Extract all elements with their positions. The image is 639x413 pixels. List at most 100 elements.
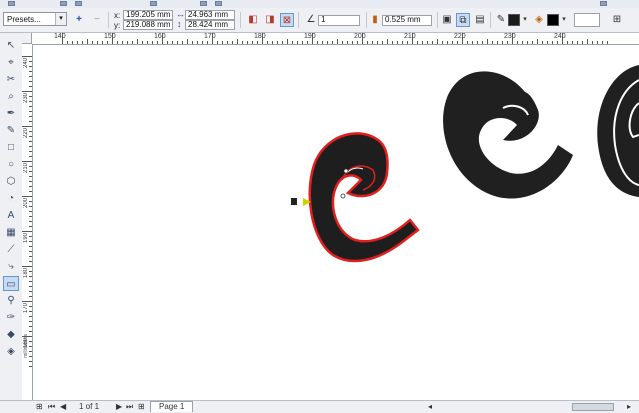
add-preset-button[interactable]: +	[72, 13, 86, 27]
ruler-tick	[29, 331, 32, 332]
angle-field[interactable]: 1	[318, 15, 360, 26]
mirror-horizontal-icon[interactable]: ◧	[246, 13, 260, 27]
ruler-tick	[29, 176, 32, 177]
x-position-field[interactable]: 199.205 mm	[123, 10, 173, 20]
page-tab[interactable]: Page 1	[150, 401, 194, 412]
rectangle-tool-icon[interactable]: □	[3, 140, 19, 155]
next-page-icon[interactable]: ▶	[116, 402, 122, 412]
outline-width-field[interactable]: 0.525 mm	[382, 15, 432, 26]
artistic-media-icon[interactable]: ✎	[3, 123, 19, 138]
eyedropper-tool-icon[interactable]: ⚲	[3, 293, 19, 308]
add-page-icon[interactable]: ⊞	[138, 402, 145, 412]
ruler-tick	[487, 39, 488, 44]
ruler-tick	[29, 206, 32, 207]
ruler-tick	[552, 41, 553, 44]
ruler-tick	[212, 33, 213, 44]
connector-tool-icon[interactable]: ⤷	[3, 259, 19, 274]
node-handle[interactable]	[291, 198, 297, 205]
outline-color-swatch[interactable]	[508, 14, 520, 26]
ruler-tick	[29, 366, 32, 367]
interactive-fill-icon[interactable]: ◈	[3, 344, 19, 359]
first-page-icon[interactable]: ⏮	[48, 402, 55, 412]
freehand-tool-icon[interactable]: ✒	[3, 106, 19, 121]
toolbar-icon[interactable]	[60, 1, 67, 6]
lock-ratio-icon[interactable]: ⊠	[280, 13, 294, 27]
fill-tool-icon[interactable]: ◆	[3, 327, 19, 342]
scroll-right-icon[interactable]: ▸	[627, 402, 631, 412]
toolbar-icon[interactable]	[8, 1, 15, 6]
page-options-icon[interactable]: ⊞	[36, 402, 43, 412]
ellipse-tool-icon[interactable]: ○	[3, 157, 19, 172]
combine-icon[interactable]: ⧉	[456, 13, 470, 27]
fill-color-swatch[interactable]	[547, 14, 559, 26]
height-field[interactable]: 28.424 mm	[185, 20, 235, 30]
remove-preset-button[interactable]: −	[90, 13, 104, 27]
table-tool-icon[interactable]: ▦	[3, 225, 19, 240]
toolbar-icon[interactable]	[75, 1, 82, 6]
settings-icon[interactable]: ⊞	[610, 13, 624, 27]
node-handle[interactable]	[343, 168, 349, 174]
text-tool-icon[interactable]: A	[3, 208, 19, 223]
ruler-tick	[112, 33, 113, 44]
ruler-tick	[562, 33, 563, 44]
ruler-tick	[22, 231, 32, 232]
ruler-tick	[267, 41, 268, 44]
horizontal-ruler[interactable]: 140 150 160 170 180 190 200 210 220 230 240	[32, 33, 639, 45]
ruler-tick	[29, 121, 32, 122]
ruler-tick	[567, 41, 568, 44]
separator	[490, 12, 491, 28]
toolbar-icon[interactable]	[200, 1, 207, 6]
vertical-ruler[interactable]: millimeters 240 230 220 210 200 190 180 170 160	[22, 44, 33, 400]
presets-dropdown[interactable]: Presets... ▾	[3, 12, 67, 26]
toolbar-icon[interactable]	[150, 1, 157, 6]
outline-tool-icon[interactable]: ✑	[3, 310, 19, 325]
toolbar-icon[interactable]	[600, 1, 607, 6]
dimension-tool-icon[interactable]: ⟋	[3, 242, 19, 257]
selected-glyph[interactable]	[308, 132, 420, 263]
chevron-down-icon[interactable]: ▾	[559, 13, 569, 27]
pick-tool-icon[interactable]: ↖	[3, 38, 19, 53]
y-position-field[interactable]: 219.088 mm	[123, 20, 173, 30]
polygon-tool-icon[interactable]: ⬡	[3, 174, 19, 189]
ruler-tick	[29, 201, 32, 202]
ruler-tick	[452, 41, 453, 44]
ruler-tick	[67, 41, 68, 44]
ruler-tick	[22, 126, 32, 127]
toolbox: ↖ ⌖ ✂ ⌕ ✒ ✎ □ ○ ⬡ ◔ A ▦ ⟋ ⤷ ▭ ⚲ ✑ ◆ ◈	[0, 33, 23, 400]
crop-tool-icon[interactable]: ✂	[3, 72, 19, 87]
scroll-left-icon[interactable]: ◂	[428, 402, 432, 412]
ruler-tick-label: 200	[354, 33, 366, 40]
ruler-tick	[342, 41, 343, 44]
ruler-tick	[29, 86, 32, 87]
ruler-tick-label: 190	[304, 33, 316, 40]
ruler-tick	[77, 41, 78, 44]
zoom-tool-icon[interactable]: ⌕	[3, 89, 19, 104]
ruler-tick	[322, 41, 323, 44]
blend-tool-icon[interactable]: ▭	[3, 276, 19, 291]
ruler-tick	[29, 101, 32, 102]
ruler-tick	[392, 41, 393, 44]
ruler-tick	[357, 41, 358, 44]
to-front-icon[interactable]: ▤	[473, 13, 487, 27]
basic-shapes-icon[interactable]: ◔	[3, 191, 19, 206]
horizontal-scrollbar-thumb[interactable]	[572, 403, 614, 411]
drawing-canvas[interactable]	[33, 45, 639, 400]
shape-tool-icon[interactable]: ⌖	[3, 55, 19, 70]
ruler-tick	[29, 96, 32, 97]
last-page-icon[interactable]: ⏭	[126, 402, 133, 412]
ruler-tick	[577, 41, 578, 44]
ruler-tick	[29, 281, 32, 282]
ruler-tick	[442, 41, 443, 44]
mirror-vertical-icon[interactable]: ◨	[263, 13, 277, 27]
chevron-down-icon[interactable]: ▾	[520, 13, 530, 27]
toolbar-icon[interactable]	[215, 1, 222, 6]
ruler-origin[interactable]	[22, 33, 32, 44]
wrap-text-icon[interactable]: ▣	[440, 13, 454, 27]
options-dropdown[interactable]	[574, 13, 600, 27]
width-field[interactable]: 24.963 mm	[185, 10, 235, 20]
prev-page-icon[interactable]: ◀	[60, 402, 66, 412]
ruler-tick	[29, 191, 32, 192]
node-handle[interactable]	[340, 193, 346, 199]
ruler-tick	[29, 316, 32, 317]
ruler-tick	[602, 41, 603, 44]
